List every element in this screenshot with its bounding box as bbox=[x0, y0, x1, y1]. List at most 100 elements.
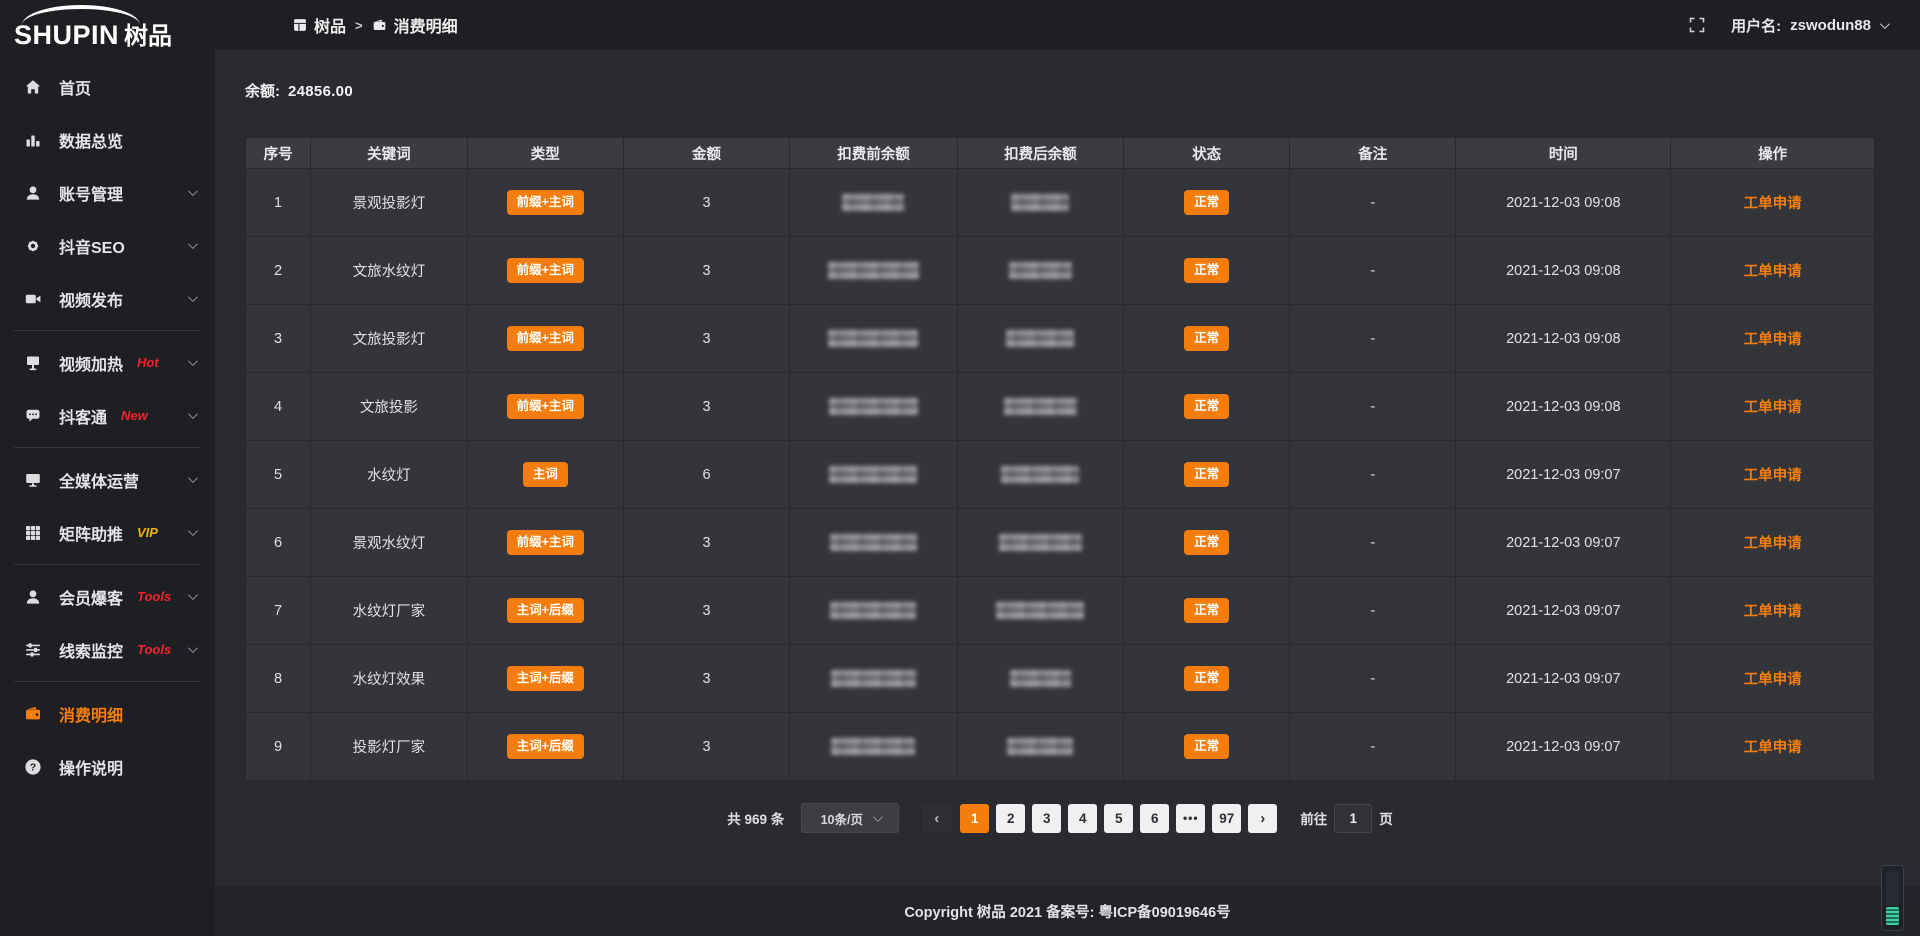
page-button-3[interactable]: 3 bbox=[1032, 804, 1061, 833]
censored-balance-after bbox=[1010, 670, 1071, 687]
goto-page-input[interactable] bbox=[1334, 804, 1372, 833]
cell-seq: 2 bbox=[246, 237, 311, 305]
status-badge: 正常 bbox=[1184, 598, 1229, 623]
sidebar-item-data-overview[interactable]: 数据总览 bbox=[0, 113, 215, 166]
work-order-link[interactable]: 工单申请 bbox=[1744, 604, 1802, 620]
table-row: 2文旅水纹灯前缀+主词3正常-2021-12-03 09:08工单申请 bbox=[246, 237, 1875, 305]
page-button-1[interactable]: 1 bbox=[960, 804, 989, 833]
work-order-link[interactable]: 工单申请 bbox=[1744, 536, 1802, 552]
main-content: 余额:24856.00 序号关键词类型金额扣费前余额扣费后余额状态备注时间操作 … bbox=[215, 50, 1920, 886]
status-badge: 正常 bbox=[1184, 530, 1229, 555]
work-order-link[interactable]: 工单申请 bbox=[1744, 672, 1802, 688]
sidebar-item-douketong[interactable]: 抖客通 New bbox=[0, 389, 215, 442]
balance-label: 余额: bbox=[245, 83, 280, 100]
column-header: 关键词 bbox=[311, 138, 467, 169]
work-order-link[interactable]: 工单申请 bbox=[1744, 332, 1802, 348]
censored-balance-before bbox=[831, 670, 916, 687]
page-button-2[interactable]: 2 bbox=[996, 804, 1025, 833]
cell-amount: 3 bbox=[623, 169, 789, 237]
cell-seq: 8 bbox=[246, 645, 311, 713]
work-order-link[interactable]: 工单申请 bbox=[1744, 400, 1802, 416]
breadcrumb-current[interactable]: 消费明细 bbox=[372, 13, 458, 37]
sidebar-item-label: 线索监控 bbox=[59, 638, 123, 662]
sidebar-item-member-baoke[interactable]: 会员爆客 Tools bbox=[0, 570, 215, 623]
sidebar-item-consumption-details[interactable]: 消费明细 bbox=[0, 687, 215, 740]
cell-time: 2021-12-03 09:08 bbox=[1456, 373, 1671, 441]
cell-amount: 3 bbox=[623, 305, 789, 373]
page-button-6[interactable]: 6 bbox=[1140, 804, 1169, 833]
work-order-link[interactable]: 工单申请 bbox=[1744, 740, 1802, 756]
balance: 余额:24856.00 bbox=[245, 80, 1875, 101]
work-order-link[interactable]: 工单申请 bbox=[1744, 264, 1802, 280]
breadcrumb-current-label: 消费明细 bbox=[394, 13, 458, 37]
user-icon bbox=[24, 588, 44, 606]
page-size-select[interactable]: 10条/页 bbox=[801, 803, 899, 833]
sidebar-item-clue-monitoring[interactable]: 线索监控 Tools bbox=[0, 623, 215, 676]
cell-seq: 4 bbox=[246, 373, 311, 441]
page-button-97[interactable]: 97 bbox=[1212, 804, 1241, 833]
censored-balance-after bbox=[1001, 466, 1079, 483]
sidebar-item-video-heating[interactable]: 视频加热 Hot bbox=[0, 336, 215, 389]
type-badge: 前缀+主词 bbox=[507, 530, 584, 555]
video-camera-icon bbox=[24, 290, 44, 308]
work-order-link[interactable]: 工单申请 bbox=[1744, 196, 1802, 212]
cell-remark: - bbox=[1290, 237, 1456, 305]
page: { "logo": { "latin": "SHUPIN", "cn": "树品… bbox=[0, 0, 1920, 936]
sidebar-item-douyin-seo[interactable]: 抖音SEO bbox=[0, 219, 215, 272]
column-header: 扣费后余额 bbox=[957, 138, 1123, 169]
censored-balance-after bbox=[1011, 194, 1069, 211]
mini-scrollbar-widget[interactable] bbox=[1881, 865, 1904, 931]
mini-scrollbar-track bbox=[1886, 871, 1899, 906]
sidebar-item-all-media-operation[interactable]: 全媒体运营 bbox=[0, 453, 215, 506]
cell-keyword: 水纹灯厂家 bbox=[311, 577, 467, 645]
table-row: 4文旅投影前缀+主词3正常-2021-12-03 09:08工单申请 bbox=[246, 373, 1875, 441]
sidebar-item-instructions[interactable]: ? 操作说明 bbox=[0, 740, 215, 793]
fullscreen-icon[interactable] bbox=[1689, 17, 1705, 33]
cell-remark: - bbox=[1290, 645, 1456, 713]
sidebar-item-matrix-boost[interactable]: 矩阵助推 VIP bbox=[0, 506, 215, 559]
cell-remark: - bbox=[1290, 373, 1456, 441]
topbar: 树品 > 消费明细 用户名: zswodun88 bbox=[215, 0, 1920, 50]
type-badge: 前缀+主词 bbox=[507, 190, 584, 215]
type-badge: 前缀+主词 bbox=[507, 258, 584, 283]
monitor-icon bbox=[24, 471, 44, 489]
censored-balance-before bbox=[829, 466, 917, 483]
sidebar-item-label: 视频加热 bbox=[59, 351, 123, 375]
page-button-5[interactable]: 5 bbox=[1104, 804, 1133, 833]
prev-page-button[interactable]: ‹ bbox=[922, 804, 951, 833]
bar-chart-icon bbox=[24, 131, 44, 149]
user-menu[interactable]: 用户名: zswodun88 bbox=[1731, 15, 1887, 36]
mini-scrollbar-thumb[interactable] bbox=[1886, 907, 1899, 925]
work-order-link[interactable]: 工单申请 bbox=[1744, 468, 1802, 484]
type-badge: 主词+后缀 bbox=[507, 666, 584, 691]
cell-keyword: 水纹灯效果 bbox=[311, 645, 467, 713]
cell-keyword: 文旅水纹灯 bbox=[311, 237, 467, 305]
cell-seq: 5 bbox=[246, 441, 311, 509]
cell-keyword: 文旅投影 bbox=[311, 373, 467, 441]
table-row: 6景观水纹灯前缀+主词3正常-2021-12-03 09:07工单申请 bbox=[246, 509, 1875, 577]
cell-time: 2021-12-03 09:08 bbox=[1456, 169, 1671, 237]
sidebar-item-home[interactable]: 首页 bbox=[0, 60, 215, 113]
status-badge: 正常 bbox=[1184, 190, 1229, 215]
sidebar-item-account-management[interactable]: 账号管理 bbox=[0, 166, 215, 219]
breadcrumb-root[interactable]: 树品 bbox=[293, 13, 346, 37]
chevron-down-icon bbox=[873, 812, 883, 822]
cell-remark: - bbox=[1290, 305, 1456, 373]
menu-divider bbox=[14, 330, 201, 331]
page-ellipsis[interactable]: ••• bbox=[1176, 804, 1205, 833]
chevron-down-icon bbox=[1880, 19, 1890, 29]
table-row: 5水纹灯主词6正常-2021-12-03 09:07工单申请 bbox=[246, 441, 1875, 509]
vip-badge: VIP bbox=[137, 525, 158, 540]
question-circle-icon: ? bbox=[24, 758, 44, 776]
chevron-down-icon bbox=[188, 292, 198, 302]
next-page-button[interactable]: › bbox=[1248, 804, 1277, 833]
logo-cn: 树品 bbox=[124, 23, 172, 50]
sidebar-item-label: 抖客通 bbox=[59, 404, 107, 428]
sidebar-item-label: 首页 bbox=[59, 75, 91, 99]
page-size-value: 10条/页 bbox=[821, 809, 863, 828]
page-button-4[interactable]: 4 bbox=[1068, 804, 1097, 833]
chevron-down-icon bbox=[188, 239, 198, 249]
app-logo[interactable]: SHUPIN树品 bbox=[0, 0, 215, 52]
sidebar-item-label: 消费明细 bbox=[59, 702, 123, 726]
sidebar-item-video-publish[interactable]: 视频发布 bbox=[0, 272, 215, 325]
